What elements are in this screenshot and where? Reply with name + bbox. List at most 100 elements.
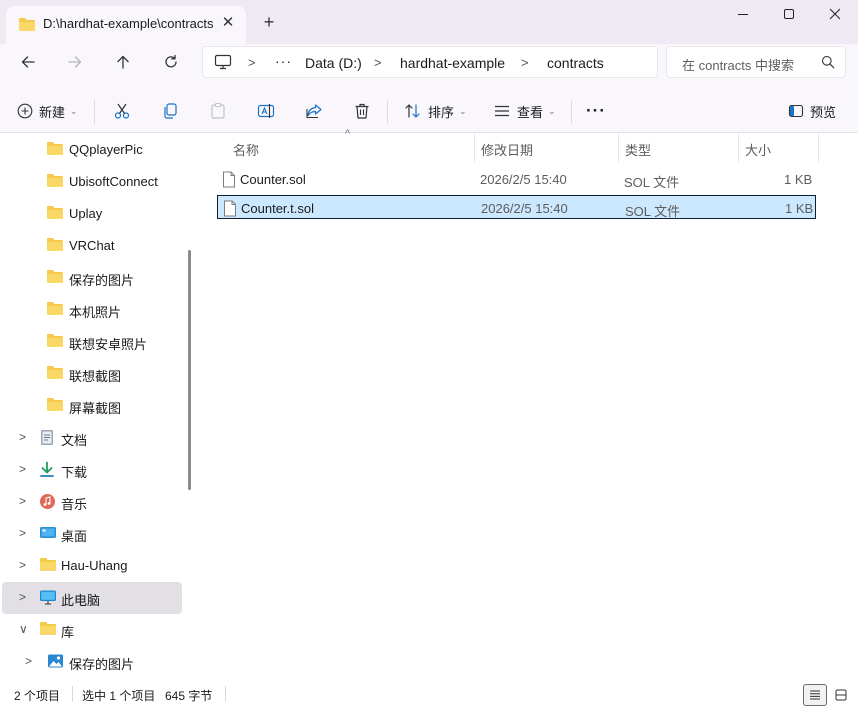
sidebar-item[interactable]: > Hau-Uhang	[2, 550, 182, 582]
column-header-modified[interactable]: 修改日期	[481, 140, 533, 159]
selection-size: 645 字节	[165, 689, 213, 703]
sidebar-item[interactable]: QQplayerPic	[2, 134, 182, 166]
more-options-button[interactable]: ···	[586, 99, 606, 123]
up-button[interactable]	[105, 48, 141, 76]
share-button[interactable]	[305, 99, 323, 123]
item-count: 2 个项目	[14, 689, 61, 703]
folder-icon	[46, 333, 64, 351]
sidebar-item[interactable]: VRChat	[2, 230, 182, 262]
sidebar-item[interactable]: > 文档	[2, 422, 182, 454]
minimize-button[interactable]	[720, 0, 766, 28]
file-row[interactable]: Counter.t.sol 2026/2/5 15:40 SOL 文件 1 KB	[217, 195, 816, 219]
sidebar-scrollbar[interactable]	[188, 250, 191, 490]
sort-button[interactable]: 排序 ⌄	[404, 99, 467, 123]
breadcrumb-project[interactable]: hardhat-example	[400, 55, 505, 71]
sidebar-item[interactable]: ∨ 库	[2, 614, 182, 646]
folder-icon	[18, 17, 36, 35]
details-view-button[interactable]	[803, 684, 827, 706]
chevron-right-icon[interactable]: >	[19, 462, 26, 476]
preview-label: 预览	[810, 104, 837, 120]
this-pc-icon	[39, 589, 57, 608]
close-tab-icon[interactable]: ✕	[218, 13, 238, 33]
breadcrumb-more-button[interactable]: ···	[275, 53, 292, 69]
tiles-view-button[interactable]	[829, 684, 853, 706]
copy-icon	[164, 103, 177, 119]
tiles-view-icon	[835, 689, 847, 701]
chevron-right-icon[interactable]: >	[19, 558, 26, 572]
sidebar-item-label: 此电脑	[61, 593, 101, 608]
folder-icon	[46, 365, 64, 383]
maximize-button[interactable]	[766, 0, 812, 28]
sidebar-item[interactable]: UbisoftConnect	[2, 166, 182, 198]
chevron-right-icon[interactable]: >	[19, 430, 26, 444]
folder-icon	[46, 173, 64, 191]
sidebar-item[interactable]: 保存的图片	[2, 262, 182, 294]
folder-icon	[39, 621, 57, 639]
trash-icon	[355, 103, 369, 119]
column-divider[interactable]	[738, 134, 739, 162]
window-tab[interactable]: D:\hardhat-example\contracts ✕	[6, 6, 246, 44]
view-button[interactable]: 查看 ⌄	[493, 99, 556, 123]
sidebar-item-label: Hau-Uhang	[61, 558, 128, 573]
file-icon	[223, 200, 237, 220]
sidebar-item[interactable]: > 保存的图片	[2, 646, 182, 678]
cut-button[interactable]	[113, 99, 131, 123]
selection-count: 选中 1 个项目	[82, 689, 156, 703]
column-divider[interactable]	[474, 134, 475, 162]
preview-pane-button[interactable]: 预览	[788, 99, 836, 123]
address-bar[interactable]: > ··· Data (D:) > hardhat-example > cont…	[202, 46, 658, 78]
column-header-size[interactable]: 大小	[745, 140, 771, 159]
sidebar-item-label: QQplayerPic	[69, 142, 143, 157]
plus-circle-icon	[17, 103, 33, 119]
rename-button[interactable]	[257, 99, 275, 123]
copy-button[interactable]	[161, 99, 179, 123]
pictures-icon	[47, 653, 64, 672]
sidebar-item-label: 本机照片	[69, 305, 122, 320]
new-tab-button[interactable]: +	[258, 12, 280, 34]
sidebar-item[interactable]: > 此电脑	[2, 582, 182, 614]
sidebar-item[interactable]: 屏幕截图	[2, 390, 182, 422]
file-row[interactable]: Counter.sol 2026/2/5 15:40 SOL 文件 1 KB	[217, 167, 816, 191]
column-divider[interactable]	[818, 134, 819, 162]
sidebar-item-label: 保存的图片	[69, 273, 135, 288]
breadcrumb-current[interactable]: contracts	[547, 55, 604, 71]
folder-icon	[46, 237, 64, 255]
refresh-icon	[165, 54, 177, 68]
file-name: Counter.sol	[240, 172, 306, 187]
paste-button[interactable]	[209, 99, 227, 123]
close-window-button[interactable]	[812, 0, 858, 28]
preview-pane-icon	[788, 104, 804, 118]
sidebar-item[interactable]: 联想安卓照片	[2, 326, 182, 358]
column-header-type[interactable]: 类型	[625, 140, 651, 159]
status-divider	[72, 686, 73, 702]
sort-label: 排序	[428, 104, 455, 120]
forward-button[interactable]	[57, 48, 93, 76]
scissors-icon	[114, 103, 130, 119]
sidebar-item[interactable]: 联想截图	[2, 358, 182, 390]
delete-button[interactable]	[353, 99, 371, 123]
folder-icon	[46, 269, 64, 287]
sidebar-item[interactable]: > 音乐	[2, 486, 182, 518]
chevron-right-icon[interactable]: >	[19, 590, 26, 604]
file-size: 1 KB	[784, 172, 813, 187]
sidebar-item[interactable]: > 下载	[2, 454, 182, 486]
rename-icon	[257, 104, 275, 118]
column-header-name[interactable]: 名称	[233, 140, 259, 159]
sidebar-item-label: 库	[61, 625, 75, 640]
file-modified: 2026/2/5 15:40	[481, 201, 568, 216]
search-input[interactable]: 在 contracts 中搜索	[666, 46, 846, 78]
back-button[interactable]	[10, 48, 46, 76]
sidebar-item[interactable]: > 桌面	[2, 518, 182, 550]
new-button[interactable]: 新建 ⌄	[17, 99, 78, 123]
chevron-down-icon[interactable]: ∨	[19, 622, 28, 636]
sidebar-item-label: 桌面	[61, 529, 88, 544]
chevron-right-icon[interactable]: >	[19, 494, 26, 508]
breadcrumb-drive[interactable]: Data (D:)	[305, 55, 362, 71]
toolbar-divider	[94, 100, 95, 124]
sidebar-item[interactable]: 本机照片	[2, 294, 182, 326]
chevron-right-icon[interactable]: >	[25, 654, 32, 668]
column-divider[interactable]	[618, 134, 619, 162]
chevron-right-icon[interactable]: >	[19, 526, 26, 540]
sidebar-item[interactable]: Uplay	[2, 198, 182, 230]
refresh-button[interactable]	[153, 48, 189, 76]
